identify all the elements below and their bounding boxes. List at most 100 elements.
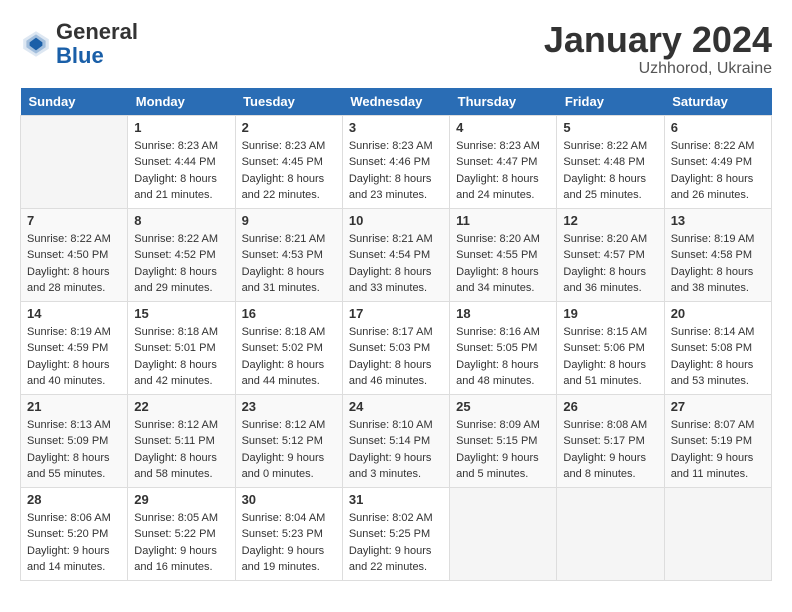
- calendar-cell: 3 Sunrise: 8:23 AMSunset: 4:46 PMDayligh…: [342, 115, 449, 208]
- day-info: Sunrise: 8:14 AMSunset: 5:08 PMDaylight:…: [671, 324, 765, 390]
- calendar-cell: 2 Sunrise: 8:23 AMSunset: 4:45 PMDayligh…: [235, 115, 342, 208]
- day-info: Sunrise: 8:12 AMSunset: 5:11 PMDaylight:…: [134, 417, 228, 483]
- day-number: 3: [349, 120, 443, 135]
- logo: General Blue: [20, 20, 138, 68]
- calendar-cell: 24 Sunrise: 8:10 AMSunset: 5:14 PMDaylig…: [342, 394, 449, 487]
- day-number: 28: [27, 492, 121, 507]
- day-info: Sunrise: 8:04 AMSunset: 5:23 PMDaylight:…: [242, 510, 336, 576]
- day-number: 22: [134, 399, 228, 414]
- day-number: 25: [456, 399, 550, 414]
- day-info: Sunrise: 8:22 AMSunset: 4:50 PMDaylight:…: [27, 231, 121, 297]
- day-number: 31: [349, 492, 443, 507]
- calendar-cell: 31 Sunrise: 8:02 AMSunset: 5:25 PMDaylig…: [342, 487, 449, 580]
- calendar-cell: 6 Sunrise: 8:22 AMSunset: 4:49 PMDayligh…: [664, 115, 771, 208]
- calendar-cell: 9 Sunrise: 8:21 AMSunset: 4:53 PMDayligh…: [235, 208, 342, 301]
- day-number: 27: [671, 399, 765, 414]
- day-number: 24: [349, 399, 443, 414]
- calendar-cell: 13 Sunrise: 8:19 AMSunset: 4:58 PMDaylig…: [664, 208, 771, 301]
- title-block: January 2024 Uzhhorod, Ukraine: [544, 20, 772, 78]
- calendar-cell: 12 Sunrise: 8:20 AMSunset: 4:57 PMDaylig…: [557, 208, 664, 301]
- day-header-thursday: Thursday: [450, 88, 557, 116]
- day-number: 21: [27, 399, 121, 414]
- calendar-cell: 23 Sunrise: 8:12 AMSunset: 5:12 PMDaylig…: [235, 394, 342, 487]
- day-number: 14: [27, 306, 121, 321]
- day-header-wednesday: Wednesday: [342, 88, 449, 116]
- calendar-cell: 14 Sunrise: 8:19 AMSunset: 4:59 PMDaylig…: [21, 301, 128, 394]
- day-header-saturday: Saturday: [664, 88, 771, 116]
- day-number: 12: [563, 213, 657, 228]
- day-info: Sunrise: 8:20 AMSunset: 4:57 PMDaylight:…: [563, 231, 657, 297]
- calendar-cell: [557, 487, 664, 580]
- day-info: Sunrise: 8:18 AMSunset: 5:01 PMDaylight:…: [134, 324, 228, 390]
- day-number: 15: [134, 306, 228, 321]
- calendar-cell: 27 Sunrise: 8:07 AMSunset: 5:19 PMDaylig…: [664, 394, 771, 487]
- day-info: Sunrise: 8:17 AMSunset: 5:03 PMDaylight:…: [349, 324, 443, 390]
- calendar-table: SundayMondayTuesdayWednesdayThursdayFrid…: [20, 88, 772, 581]
- day-number: 6: [671, 120, 765, 135]
- day-number: 23: [242, 399, 336, 414]
- calendar-cell: 28 Sunrise: 8:06 AMSunset: 5:20 PMDaylig…: [21, 487, 128, 580]
- calendar-cell: 1 Sunrise: 8:23 AMSunset: 4:44 PMDayligh…: [128, 115, 235, 208]
- day-info: Sunrise: 8:23 AMSunset: 4:45 PMDaylight:…: [242, 138, 336, 204]
- calendar-cell: 5 Sunrise: 8:22 AMSunset: 4:48 PMDayligh…: [557, 115, 664, 208]
- day-info: Sunrise: 8:13 AMSunset: 5:09 PMDaylight:…: [27, 417, 121, 483]
- day-number: 4: [456, 120, 550, 135]
- day-info: Sunrise: 8:20 AMSunset: 4:55 PMDaylight:…: [456, 231, 550, 297]
- week-row-1: 1 Sunrise: 8:23 AMSunset: 4:44 PMDayligh…: [21, 115, 772, 208]
- calendar-cell: 21 Sunrise: 8:13 AMSunset: 5:09 PMDaylig…: [21, 394, 128, 487]
- day-info: Sunrise: 8:21 AMSunset: 4:54 PMDaylight:…: [349, 231, 443, 297]
- day-info: Sunrise: 8:21 AMSunset: 4:53 PMDaylight:…: [242, 231, 336, 297]
- day-info: Sunrise: 8:08 AMSunset: 5:17 PMDaylight:…: [563, 417, 657, 483]
- week-row-4: 21 Sunrise: 8:13 AMSunset: 5:09 PMDaylig…: [21, 394, 772, 487]
- day-info: Sunrise: 8:16 AMSunset: 5:05 PMDaylight:…: [456, 324, 550, 390]
- day-number: 17: [349, 306, 443, 321]
- day-number: 2: [242, 120, 336, 135]
- day-info: Sunrise: 8:15 AMSunset: 5:06 PMDaylight:…: [563, 324, 657, 390]
- calendar-cell: 17 Sunrise: 8:17 AMSunset: 5:03 PMDaylig…: [342, 301, 449, 394]
- calendar-cell: 20 Sunrise: 8:14 AMSunset: 5:08 PMDaylig…: [664, 301, 771, 394]
- calendar-cell: [450, 487, 557, 580]
- day-info: Sunrise: 8:06 AMSunset: 5:20 PMDaylight:…: [27, 510, 121, 576]
- day-number: 9: [242, 213, 336, 228]
- calendar-cell: [21, 115, 128, 208]
- day-number: 18: [456, 306, 550, 321]
- days-header-row: SundayMondayTuesdayWednesdayThursdayFrid…: [21, 88, 772, 116]
- location: Uzhhorod, Ukraine: [544, 60, 772, 78]
- calendar-cell: 15 Sunrise: 8:18 AMSunset: 5:01 PMDaylig…: [128, 301, 235, 394]
- day-header-sunday: Sunday: [21, 88, 128, 116]
- day-number: 13: [671, 213, 765, 228]
- logo-text: General Blue: [56, 20, 138, 68]
- day-info: Sunrise: 8:23 AMSunset: 4:46 PMDaylight:…: [349, 138, 443, 204]
- calendar-cell: 16 Sunrise: 8:18 AMSunset: 5:02 PMDaylig…: [235, 301, 342, 394]
- month-title: January 2024: [544, 20, 772, 60]
- day-info: Sunrise: 8:22 AMSunset: 4:52 PMDaylight:…: [134, 231, 228, 297]
- day-number: 19: [563, 306, 657, 321]
- calendar-cell: 30 Sunrise: 8:04 AMSunset: 5:23 PMDaylig…: [235, 487, 342, 580]
- week-row-3: 14 Sunrise: 8:19 AMSunset: 4:59 PMDaylig…: [21, 301, 772, 394]
- day-header-friday: Friday: [557, 88, 664, 116]
- calendar-cell: 25 Sunrise: 8:09 AMSunset: 5:15 PMDaylig…: [450, 394, 557, 487]
- calendar-cell: 29 Sunrise: 8:05 AMSunset: 5:22 PMDaylig…: [128, 487, 235, 580]
- day-number: 1: [134, 120, 228, 135]
- logo-icon: [20, 28, 52, 60]
- calendar-cell: [664, 487, 771, 580]
- day-number: 16: [242, 306, 336, 321]
- calendar-cell: 10 Sunrise: 8:21 AMSunset: 4:54 PMDaylig…: [342, 208, 449, 301]
- calendar-cell: 19 Sunrise: 8:15 AMSunset: 5:06 PMDaylig…: [557, 301, 664, 394]
- day-info: Sunrise: 8:07 AMSunset: 5:19 PMDaylight:…: [671, 417, 765, 483]
- calendar-cell: 11 Sunrise: 8:20 AMSunset: 4:55 PMDaylig…: [450, 208, 557, 301]
- day-number: 29: [134, 492, 228, 507]
- day-number: 5: [563, 120, 657, 135]
- day-header-tuesday: Tuesday: [235, 88, 342, 116]
- day-info: Sunrise: 8:18 AMSunset: 5:02 PMDaylight:…: [242, 324, 336, 390]
- day-info: Sunrise: 8:02 AMSunset: 5:25 PMDaylight:…: [349, 510, 443, 576]
- day-info: Sunrise: 8:09 AMSunset: 5:15 PMDaylight:…: [456, 417, 550, 483]
- calendar-cell: 4 Sunrise: 8:23 AMSunset: 4:47 PMDayligh…: [450, 115, 557, 208]
- day-number: 30: [242, 492, 336, 507]
- day-info: Sunrise: 8:19 AMSunset: 4:59 PMDaylight:…: [27, 324, 121, 390]
- day-number: 8: [134, 213, 228, 228]
- day-number: 7: [27, 213, 121, 228]
- week-row-5: 28 Sunrise: 8:06 AMSunset: 5:20 PMDaylig…: [21, 487, 772, 580]
- page-header: General Blue January 2024 Uzhhorod, Ukra…: [20, 20, 772, 78]
- day-info: Sunrise: 8:19 AMSunset: 4:58 PMDaylight:…: [671, 231, 765, 297]
